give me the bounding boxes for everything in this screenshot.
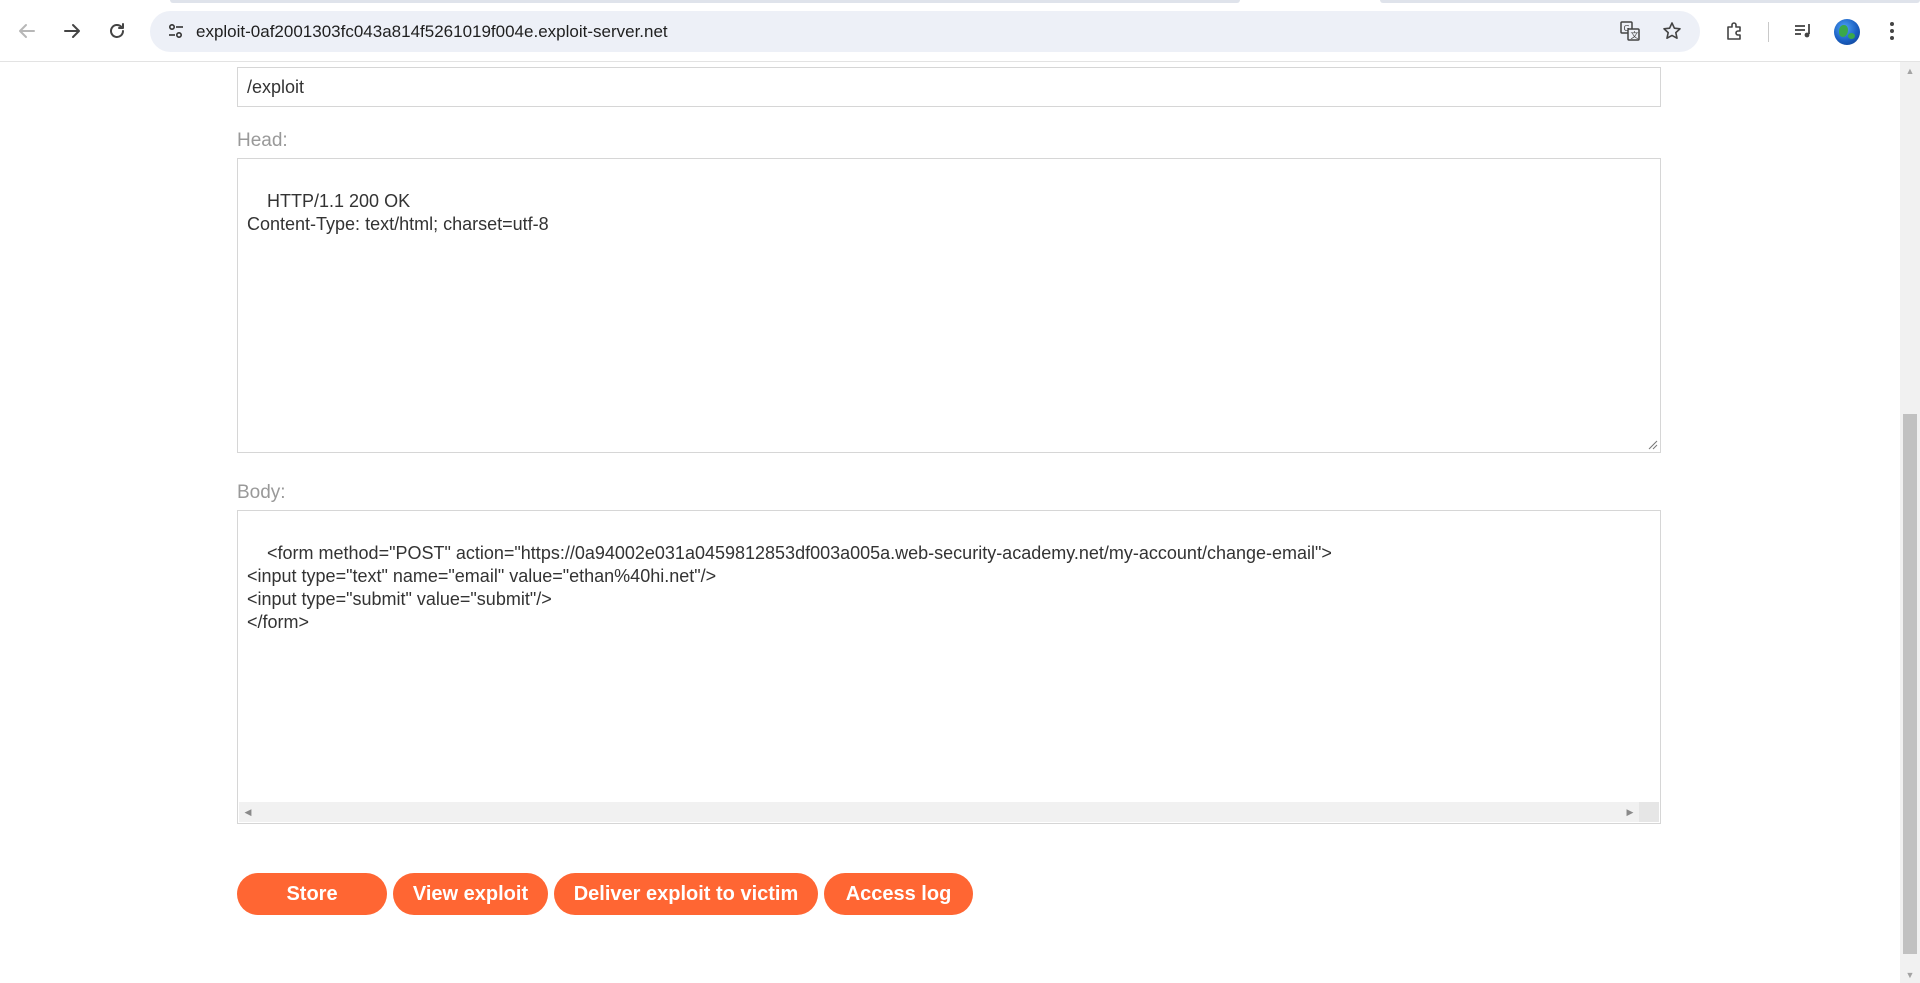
forward-arrow-icon	[64, 24, 80, 38]
scrollbar-thumb[interactable]	[1903, 414, 1917, 954]
profile-avatar[interactable]	[1834, 19, 1860, 45]
view-exploit-button[interactable]: View exploit	[393, 873, 548, 915]
head-label: Head:	[237, 130, 288, 151]
extensions-button[interactable]	[1718, 14, 1752, 48]
puzzle-icon	[1727, 22, 1741, 40]
tab-edge-active	[170, 0, 1240, 3]
svg-text:文: 文	[1631, 30, 1639, 40]
star-icon	[1663, 22, 1681, 39]
back-button[interactable]	[10, 14, 44, 48]
tab-strip-edge	[0, 0, 1920, 3]
site-info-button[interactable]	[160, 15, 192, 47]
scroll-right-arrow-icon[interactable]: ▶	[1621, 802, 1639, 822]
head-textarea[interactable]: HTTP/1.1 200 OK Content-Type: text/html;…	[237, 158, 1661, 453]
translate-icon: G 文	[1620, 21, 1640, 41]
scroll-up-arrow-icon[interactable]: ▲	[1900, 62, 1920, 79]
resize-grip-icon[interactable]	[1646, 438, 1658, 450]
body-text[interactable]: <form method="POST" action="https://0a94…	[247, 543, 1332, 632]
globe-avatar-icon	[1839, 25, 1848, 37]
access-log-button[interactable]: Access log	[824, 873, 973, 915]
tab-edge-other	[1380, 0, 1920, 3]
body-textarea[interactable]: <form method="POST" action="https://0a94…	[237, 510, 1661, 824]
forward-button[interactable]	[55, 14, 89, 48]
reload-button[interactable]	[100, 14, 134, 48]
address-bar[interactable]: exploit-0af2001303fc043a814f5261019f004e…	[150, 11, 1700, 52]
page-vertical-scrollbar[interactable]: ▲ ▼	[1900, 62, 1920, 983]
toolbar-divider	[1768, 22, 1769, 42]
store-button[interactable]: Store	[237, 873, 387, 915]
media-button[interactable]	[1786, 14, 1820, 48]
browser-toolbar: exploit-0af2001303fc043a814f5261019f004e…	[0, 0, 1920, 62]
scrollbar-corner	[1639, 802, 1659, 822]
reload-icon	[110, 23, 124, 38]
file-path-input[interactable]: /exploit	[237, 67, 1661, 107]
scroll-left-arrow-icon[interactable]: ◀	[239, 802, 257, 822]
scroll-down-arrow-icon[interactable]: ▼	[1900, 966, 1920, 983]
translate-button[interactable]: G 文	[1614, 15, 1646, 47]
back-arrow-icon	[19, 24, 35, 38]
head-text[interactable]: HTTP/1.1 200 OK Content-Type: text/html;…	[247, 191, 549, 234]
tune-icon	[168, 23, 183, 39]
browser-menu-button[interactable]	[1875, 14, 1909, 48]
globe-avatar-land	[1848, 33, 1855, 39]
media-queue-icon	[1795, 24, 1810, 38]
kebab-menu-icon	[1890, 22, 1894, 40]
bookmark-button[interactable]	[1656, 15, 1688, 47]
deliver-exploit-button[interactable]: Deliver exploit to victim	[554, 873, 818, 915]
exploit-server-page: /exploit Head: HTTP/1.1 200 OK Content-T…	[0, 62, 1900, 983]
body-label: Body:	[237, 482, 286, 503]
body-horizontal-scrollbar[interactable]: ◀ ▶	[239, 802, 1659, 822]
url-text[interactable]: exploit-0af2001303fc043a814f5261019f004e…	[196, 11, 668, 52]
